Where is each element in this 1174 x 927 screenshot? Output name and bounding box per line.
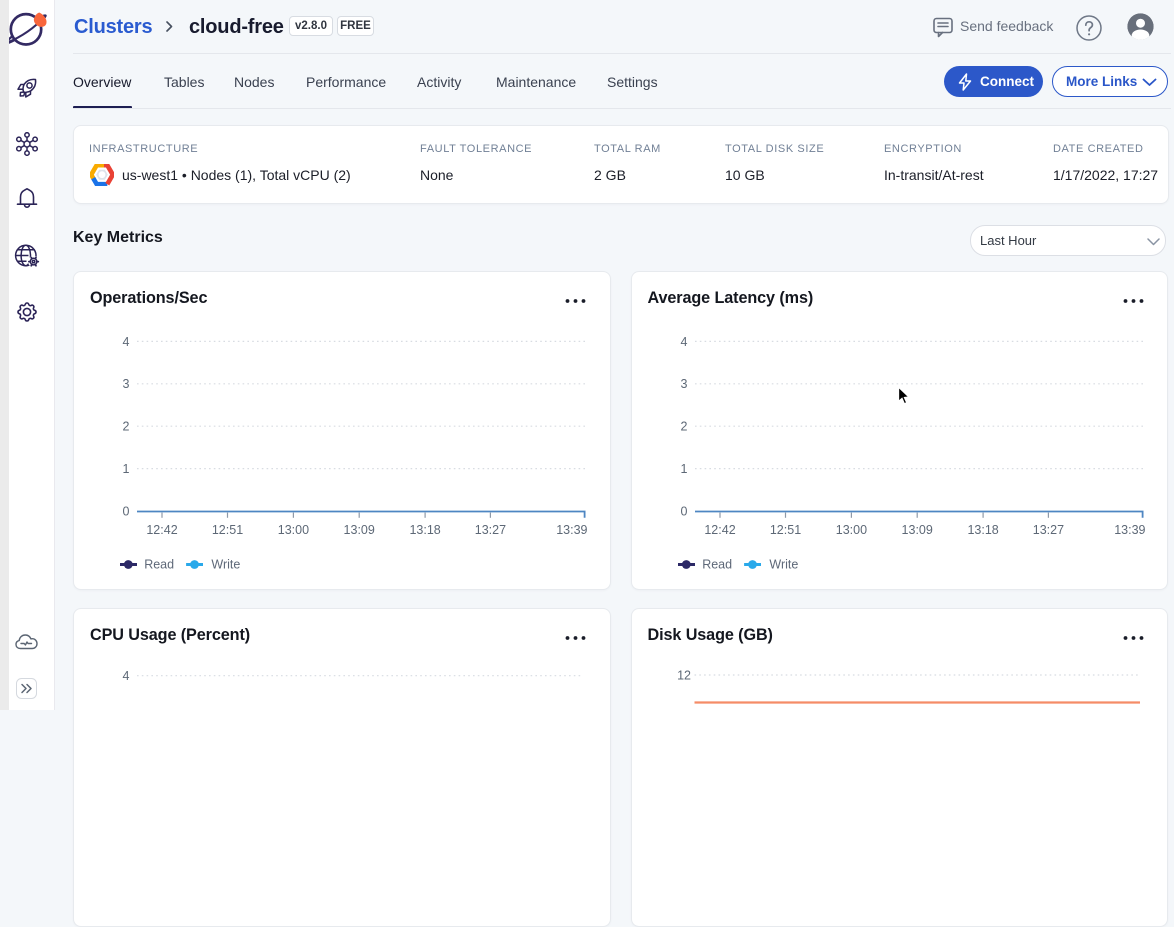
svg-text:12:51: 12:51 <box>212 523 243 537</box>
svg-text:2: 2 <box>680 420 687 434</box>
svg-text:13:27: 13:27 <box>1032 523 1063 537</box>
svg-text:13:18: 13:18 <box>967 523 998 537</box>
svg-text:13:39: 13:39 <box>556 523 587 537</box>
svg-text:1: 1 <box>123 462 130 476</box>
svg-text:12:42: 12:42 <box>146 523 177 537</box>
svg-text:13:00: 13:00 <box>835 523 866 537</box>
svg-text:4: 4 <box>123 335 130 349</box>
svg-text:12: 12 <box>677 669 691 683</box>
svg-text:12:51: 12:51 <box>769 523 800 537</box>
svg-text:13:09: 13:09 <box>901 523 932 537</box>
svg-text:3: 3 <box>123 377 130 391</box>
svg-text:4: 4 <box>123 669 130 683</box>
svg-text:Read: Read <box>702 558 732 572</box>
svg-text:13:27: 13:27 <box>475 523 506 537</box>
svg-text:13:00: 13:00 <box>278 523 309 537</box>
svg-text:1: 1 <box>680 462 687 476</box>
svg-text:13:39: 13:39 <box>1114 523 1145 537</box>
svg-text:0: 0 <box>123 504 130 518</box>
svg-text:3: 3 <box>680 377 687 391</box>
svg-text:Write: Write <box>769 558 798 572</box>
svg-text:12:42: 12:42 <box>704 523 735 537</box>
svg-text:13:18: 13:18 <box>409 523 440 537</box>
svg-text:Write: Write <box>211 558 240 572</box>
svg-text:2: 2 <box>123 420 130 434</box>
svg-text:13:09: 13:09 <box>344 523 375 537</box>
svg-text:0: 0 <box>680 504 687 518</box>
svg-text:Read: Read <box>144 558 174 572</box>
svg-text:4: 4 <box>680 335 687 349</box>
